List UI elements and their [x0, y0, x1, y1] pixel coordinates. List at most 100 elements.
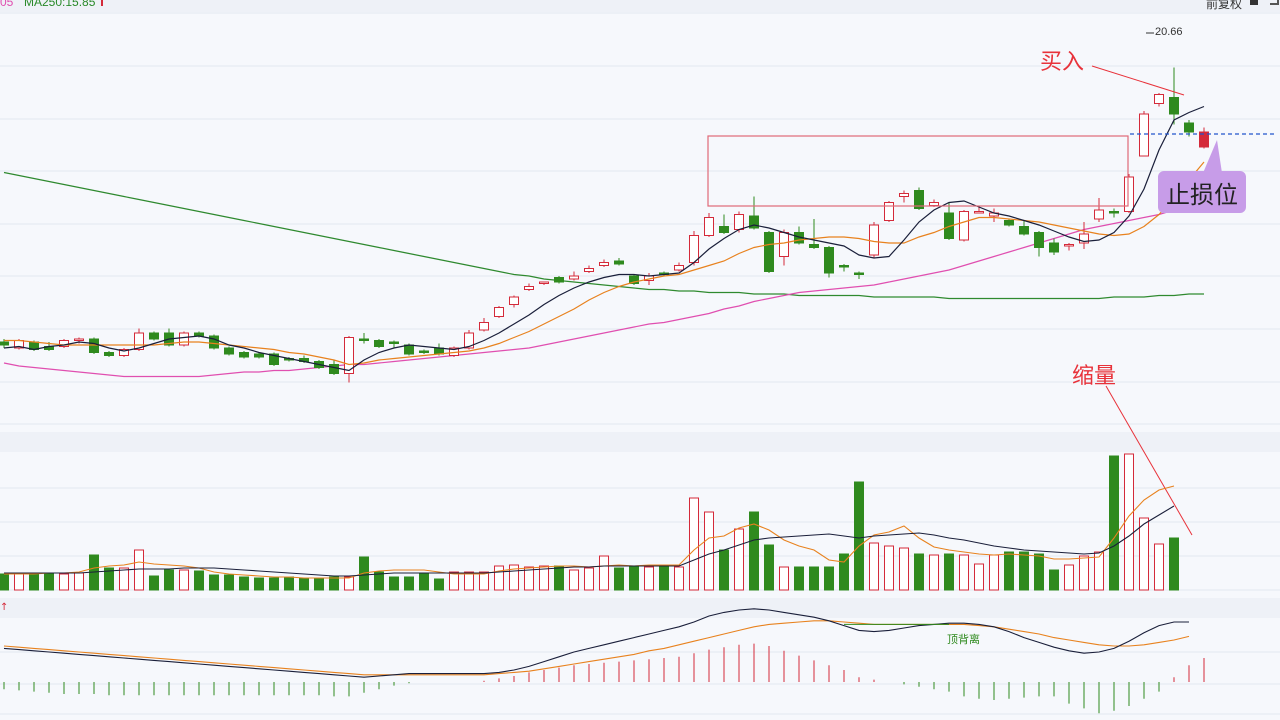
volume-bar: [944, 553, 954, 591]
candle-body: [524, 286, 534, 290]
candle-body: [929, 202, 939, 206]
volume-bar: [1034, 553, 1044, 591]
volume-bar: [0, 573, 9, 591]
candle-body: [1049, 242, 1059, 253]
volume-bar: [599, 555, 609, 591]
volume-bar: [554, 565, 564, 591]
volume-bar: [434, 578, 444, 591]
candle-body: [1109, 211, 1119, 214]
candle-body: [0, 341, 9, 346]
volume-bar: [1019, 551, 1029, 591]
candle-body: [569, 275, 579, 280]
candle-body: [1094, 209, 1104, 220]
volume-bar: [494, 565, 504, 591]
volume-bar: [704, 511, 714, 591]
candle-body: [1004, 220, 1014, 226]
volume-bar: [1049, 569, 1059, 591]
volume-bar: [899, 547, 909, 591]
candle-body: [419, 350, 429, 353]
top-divergence-label: 顶背离: [947, 633, 980, 646]
volume-bar: [194, 570, 204, 591]
volume-bar: [449, 571, 459, 591]
candle-body: [554, 277, 564, 283]
ma5-path: [3, 105, 1205, 372]
candle-body: [959, 211, 969, 241]
annotation-overlay: [707, 32, 1276, 536]
stock-chart: 05 MA250:15.85 前复权 买入 缩量 止损位 20.66 顶背离 ↑: [0, 0, 1280, 720]
candle-body: [1139, 113, 1149, 157]
volume-bar: [284, 576, 294, 591]
volume-bar: [269, 577, 279, 591]
volume-bar: [854, 481, 864, 591]
candle-body: [389, 341, 399, 344]
volume-bar: [404, 576, 414, 591]
candle-body: [779, 232, 789, 257]
volume-bar: [734, 528, 744, 591]
candle-body: [824, 247, 834, 274]
candle-body: [239, 352, 249, 358]
candle-body: [974, 211, 984, 214]
candle-body: [509, 296, 519, 305]
candle-body: [689, 235, 699, 263]
volume-bar: [464, 571, 474, 591]
volume-bar: [764, 544, 774, 591]
volume-bar: [479, 571, 489, 591]
volume-bar: [419, 572, 429, 591]
candle-body: [839, 265, 849, 268]
volume-bar: [344, 576, 354, 591]
volume-bar: [164, 569, 174, 591]
candle-body: [494, 307, 504, 317]
volume-bar: [209, 574, 219, 591]
candle-body: [764, 232, 774, 272]
volume-bar: [974, 563, 984, 591]
volume-bar: [689, 497, 699, 591]
volume-bar: [1109, 455, 1119, 591]
buy-annotation: 买入: [1040, 50, 1085, 75]
candle-body: [1184, 122, 1194, 133]
volume-bar: [674, 566, 684, 591]
volume-bar: [1124, 453, 1134, 591]
volume-bar: [149, 575, 159, 591]
candle-body: [869, 224, 879, 256]
candle-body: [854, 272, 864, 275]
candle-body: [104, 352, 114, 356]
volume-bar: [1079, 555, 1089, 591]
volume-bar: [329, 576, 339, 591]
stop-loss-label: 止损位: [1158, 171, 1246, 213]
volume-bar: [824, 566, 834, 591]
volume-bar: [1154, 543, 1164, 591]
candle-body: [809, 244, 819, 248]
candle-body: [539, 281, 549, 284]
volume-bar: [134, 549, 144, 591]
candle-body: [719, 226, 729, 233]
volume-bar: [1064, 564, 1074, 591]
volume-bar: [794, 566, 804, 591]
candle-body: [614, 260, 624, 265]
candle-body: [704, 217, 714, 236]
volume-bar: [239, 576, 249, 591]
shrink-volume-annotation: 缩量: [1072, 364, 1117, 389]
volume-bar: [914, 553, 924, 591]
volume-bar: [989, 554, 999, 591]
volume-bar: [59, 573, 69, 591]
candle-body: [1154, 94, 1164, 104]
volume-bar: [254, 577, 264, 591]
ma5-line: [3, 105, 1205, 372]
candle-body: [1169, 97, 1179, 115]
candle-body: [74, 338, 84, 341]
candle-body: [899, 193, 909, 197]
macd-panel: [3, 608, 1205, 714]
candle-body: [179, 332, 189, 346]
volume-bar: [1004, 551, 1014, 591]
high-price-label: 20.66: [1155, 26, 1183, 38]
volume-bar: [314, 578, 324, 591]
volume-bar: [629, 566, 639, 591]
volume-bar: [809, 566, 819, 591]
macd-dif-path: [3, 608, 1189, 678]
volume-bar: [644, 566, 654, 591]
candle-body: [359, 338, 369, 341]
volume-bar: [779, 566, 789, 591]
volume-bar: [14, 573, 24, 591]
volume-bar: [719, 549, 729, 591]
volume-bar: [1139, 517, 1149, 591]
